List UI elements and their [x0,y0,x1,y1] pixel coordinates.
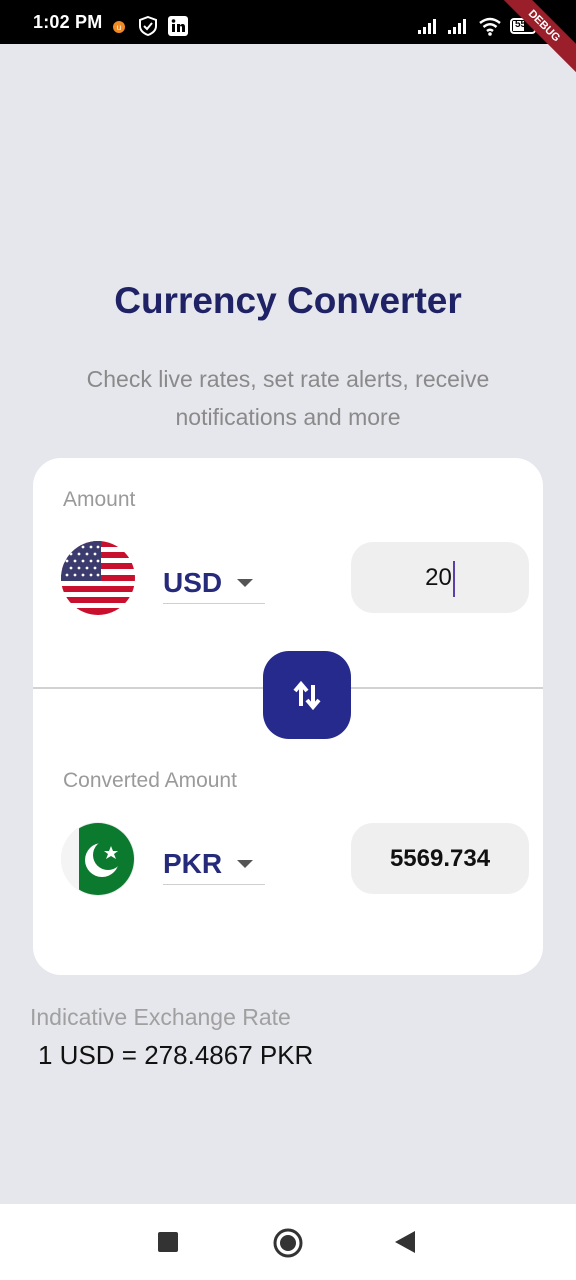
swap-arrows-icon [293,680,321,711]
back-triangle-icon [395,1231,415,1253]
square-icon [158,1232,178,1252]
text-cursor [452,560,455,597]
converted-amount-value: 5569.734 [389,845,491,872]
converted-amount-label: Converted Amount [63,769,237,792]
chevron-down-icon [237,579,253,587]
to-currency-code: PKR [163,848,223,879]
system-nav-bar [0,1204,576,1280]
shield-icon [138,15,158,41]
page-title: Currency Converter [114,280,462,321]
back-button[interactable] [395,1231,415,1257]
swap-currencies-button[interactable] [263,651,351,739]
wifi-icon [478,16,502,41]
exchange-rate-label: Indicative Exchange Rate [30,1004,291,1030]
amount-value: 20 [425,564,452,591]
us-flag-icon [61,541,135,615]
pk-flag-icon [61,822,135,896]
chevron-down-icon [237,860,253,868]
recent-apps-button[interactable] [158,1232,178,1256]
amount-input[interactable]: 20 [351,542,529,613]
linkedin-icon [168,16,188,41]
notification-dot-icon: u [113,20,125,38]
signal-icon [417,18,439,39]
amount-label: Amount [63,488,136,511]
home-button[interactable] [273,1228,303,1262]
status-bar: 1:02 PM u 55 DEBUG [0,0,576,83]
svg-text:u: u [117,23,121,32]
from-currency-dropdown[interactable]: USD [163,561,265,604]
from-currency-code: USD [163,567,223,598]
converted-amount-field: 5569.734 [351,823,529,894]
signal-icon [447,18,469,39]
converter-card: Amount USD 20 Converted Amount PKR 5569.… [33,458,543,975]
exchange-rate-value: 1 USD = 278.4867 PKR [38,1040,314,1070]
page-subtitle: Check live rates, set rate alerts, recei… [86,366,490,430]
home-circle-icon [273,1228,303,1258]
to-currency-dropdown[interactable]: PKR [163,842,265,885]
status-time: 1:02 PM [33,12,103,32]
debug-ribbon: DEBUG [487,0,576,83]
